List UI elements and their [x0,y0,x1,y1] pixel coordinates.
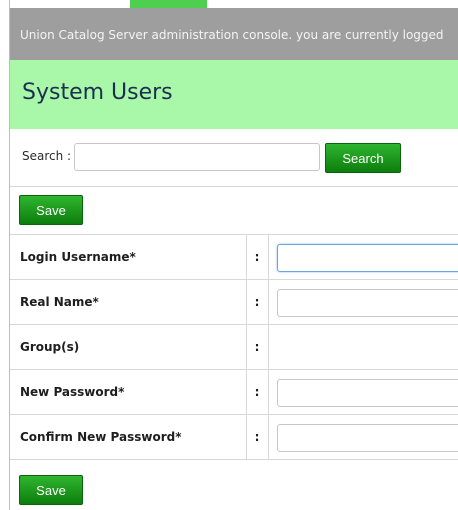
console-status-text: Union Catalog Server administration cons… [20,28,444,42]
form-row-login-username: Login Username* : [10,234,458,280]
search-label: Search : [22,149,72,163]
search-input[interactable] [74,143,320,171]
real-name-input[interactable] [276,289,458,317]
confirm-new-password-cell [268,414,458,460]
real-name-label: Real Name* [10,279,246,325]
confirm-new-password-input[interactable] [276,424,458,452]
confirm-new-password-label: Confirm New Password* [10,414,246,460]
real-name-cell [268,279,458,325]
search-button[interactable]: Search [325,143,401,173]
groups-value-cell [268,324,458,370]
groups-separator: : [245,324,269,370]
new-password-label: New Password* [10,369,246,415]
form-row-confirm-new-password: Confirm New Password* : [10,414,458,460]
new-password-separator: : [245,369,269,415]
search-section: Search : Search [10,129,458,187]
console-status-bar: Union Catalog Server administration cons… [10,8,458,60]
real-name-separator: : [245,279,269,325]
page-title-bar: System Users [10,60,458,129]
new-password-cell [268,369,458,415]
new-password-input[interactable] [276,379,458,407]
save-button-bottom[interactable]: Save [19,475,83,505]
login-username-separator: : [245,234,269,280]
login-username-label: Login Username* [10,234,246,280]
groups-label: Group(s) [10,324,246,370]
active-tab-accent [130,0,207,8]
user-form-table: Login Username* : Real Name* : Group(s) … [10,234,458,460]
page-title: System Users [22,80,173,105]
save-button-top[interactable]: Save [19,195,83,225]
login-username-input[interactable] [276,244,458,272]
form-row-groups: Group(s) : [10,324,458,370]
form-row-real-name: Real Name* : [10,279,458,325]
system-users-page: Union Catalog Server administration cons… [0,0,458,510]
confirm-new-password-separator: : [245,414,269,460]
form-row-new-password: New Password* : [10,369,458,415]
login-username-cell [268,234,458,280]
